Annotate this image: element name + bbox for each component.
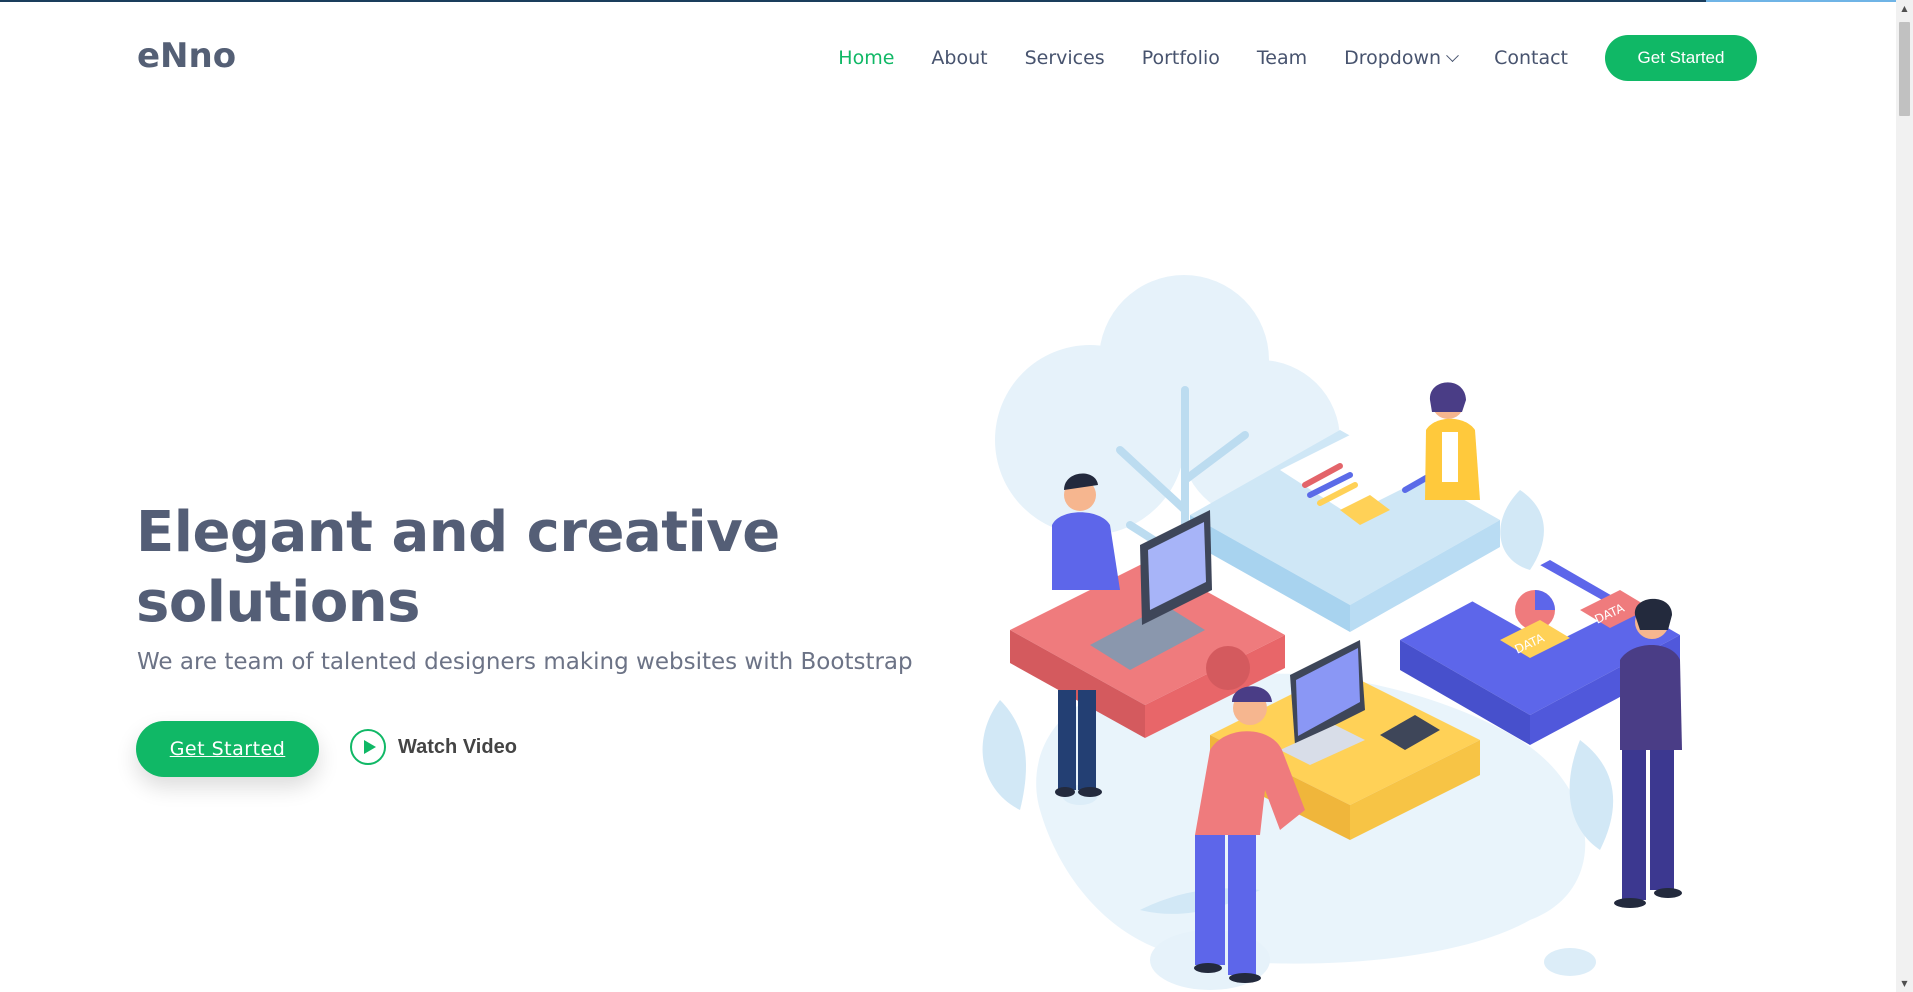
play-icon bbox=[350, 729, 386, 765]
nav-team[interactable]: Team bbox=[1257, 47, 1307, 69]
scroll-down-arrow-icon[interactable]: ▼ bbox=[1896, 975, 1913, 992]
nav-dropdown[interactable]: Dropdown bbox=[1344, 47, 1459, 69]
main-nav: Home About Services Portfolio Team Dropd… bbox=[801, 35, 1757, 81]
nav-about[interactable]: About bbox=[931, 47, 987, 69]
watch-video-link[interactable]: Watch Video bbox=[350, 729, 517, 765]
header-get-started-button[interactable]: Get Started bbox=[1605, 35, 1757, 81]
page-load-bar-end bbox=[1706, 0, 1896, 2]
page-scrollbar[interactable]: ▲ ▼ bbox=[1896, 0, 1913, 992]
nav-dropdown-label: Dropdown bbox=[1344, 47, 1442, 69]
chevron-down-icon bbox=[1446, 48, 1459, 62]
nav-services[interactable]: Services bbox=[1025, 47, 1105, 69]
hero-title-line-1: Elegant and creative bbox=[136, 500, 780, 565]
hero-subtitle: We are team of talented designers making… bbox=[137, 649, 913, 675]
hero-title: Elegant and creative solutions bbox=[136, 498, 896, 638]
watch-video-label: Watch Video bbox=[398, 735, 517, 758]
site-logo[interactable]: eNno bbox=[137, 36, 236, 76]
nav-portfolio[interactable]: Portfolio bbox=[1142, 47, 1220, 69]
hero-title-line-2: solutions bbox=[136, 570, 421, 635]
scroll-up-arrow-icon[interactable]: ▲ bbox=[1896, 0, 1913, 17]
scrollbar-thumb[interactable] bbox=[1899, 22, 1910, 116]
person-top bbox=[1425, 382, 1480, 500]
nav-contact[interactable]: Contact bbox=[1494, 47, 1568, 69]
hero-get-started-button[interactable]: Get Started bbox=[136, 721, 319, 777]
hero-illustration: DATA DATA bbox=[982, 275, 1682, 990]
nav-home[interactable]: Home bbox=[838, 47, 894, 69]
page-load-bar bbox=[0, 0, 1706, 2]
